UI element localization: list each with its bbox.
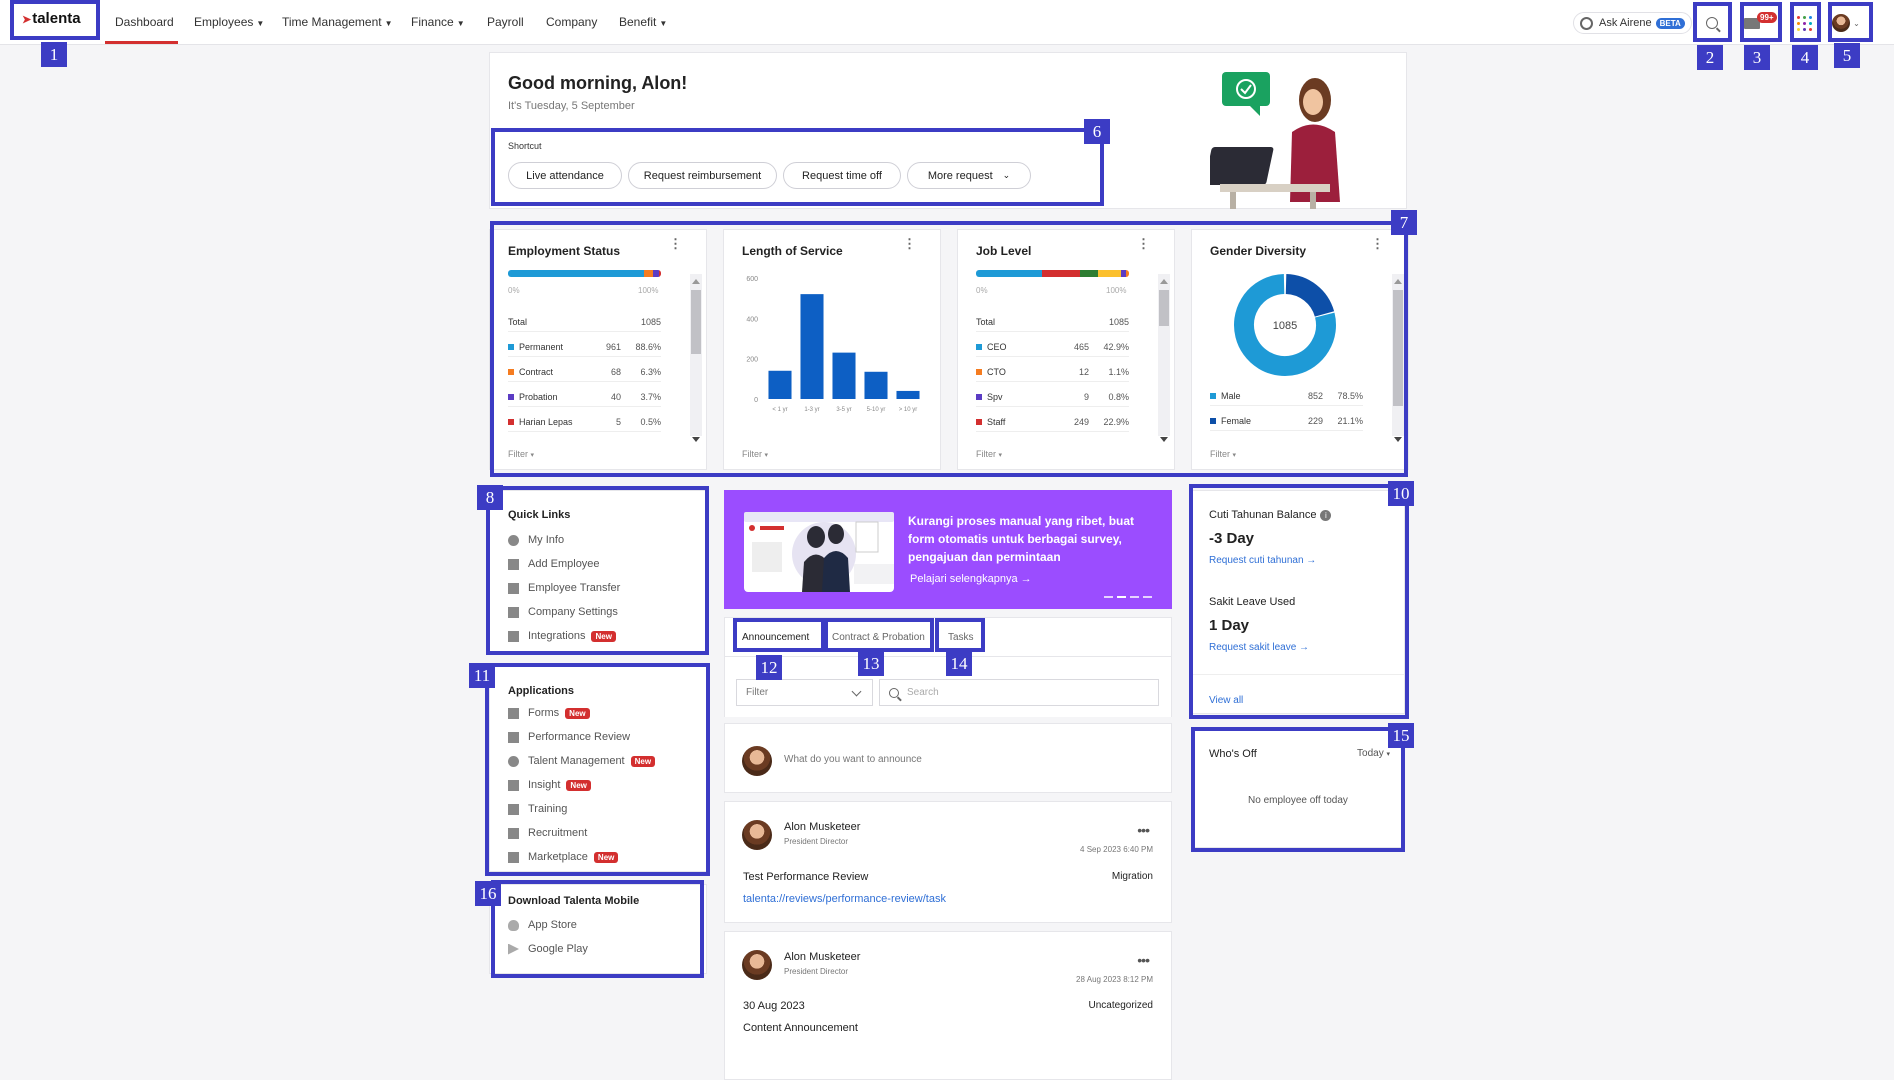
announce-composer[interactable]: What do you want to announce — [724, 723, 1172, 793]
greeting-title: Good morning, Alon! — [508, 73, 688, 93]
beta-badge: BETA — [1655, 17, 1685, 29]
post-date: 28 Aug 2023 8:12 PM — [1076, 975, 1153, 984]
annotation-box — [10, 0, 100, 40]
post-body: Content Announcement — [743, 1022, 858, 1034]
annotation-box — [1740, 2, 1782, 42]
annotation-label: 4 — [1792, 45, 1818, 70]
annotation-box — [824, 618, 934, 652]
annotation-box — [486, 486, 709, 655]
annotation-box — [491, 880, 704, 978]
feed-search-input[interactable]: Search — [879, 679, 1159, 706]
post-category: Uncategorized — [1088, 1000, 1153, 1011]
announce-placeholder: What do you want to announce — [784, 754, 922, 765]
post-link[interactable]: talenta://reviews/performance-review/tas… — [743, 893, 946, 905]
avatar — [742, 950, 772, 980]
announcement-post[interactable]: Alon Musketeer President Director ••• 4 … — [724, 801, 1172, 923]
post-date: 4 Sep 2023 6:40 PM — [1080, 845, 1153, 854]
post-author: Alon Musketeer — [784, 951, 861, 963]
post-author-role: President Director — [784, 837, 849, 846]
annotation-box — [485, 663, 710, 876]
annotation-label: 1 — [41, 42, 67, 67]
promo-banner[interactable]: Kurangi proses manual yang ribet, buat f… — [724, 490, 1172, 609]
annotation-label: 11 — [469, 663, 495, 688]
annotation-label: 3 — [1744, 45, 1770, 70]
carousel-dots[interactable] — [1104, 596, 1152, 598]
more-options-icon[interactable]: ••• — [1137, 822, 1150, 838]
search-icon — [889, 688, 899, 698]
annotation-box — [490, 221, 1408, 477]
annotation-box — [733, 618, 825, 652]
annotation-label: 15 — [1388, 723, 1414, 748]
annotation-label: 12 — [756, 655, 782, 680]
annotation-label: 10 — [1388, 481, 1414, 506]
nav-time-management[interactable]: Time Management ▼ — [282, 15, 393, 29]
caret-down-icon: ▼ — [456, 19, 465, 28]
caret-down-icon: ▼ — [659, 19, 668, 28]
nav-employees[interactable]: Employees ▼ — [194, 15, 264, 29]
annotation-label: 7 — [1391, 210, 1417, 235]
more-options-icon[interactable]: ••• — [1137, 952, 1150, 968]
nav-dashboard[interactable]: Dashboard — [115, 15, 174, 29]
annotation-box — [1828, 2, 1873, 42]
ask-airene-button[interactable]: Ask Airene BETA — [1573, 12, 1692, 34]
annotation-box — [1191, 727, 1405, 852]
nav-payroll[interactable]: Payroll — [487, 15, 524, 29]
annotation-label: 2 — [1697, 45, 1723, 70]
annotation-box — [1189, 484, 1409, 719]
post-title: Test Performance Review — [743, 871, 869, 883]
annotation-label: 16 — [475, 881, 501, 906]
nav-active-indicator — [105, 41, 178, 44]
annotation-label: 14 — [946, 651, 972, 676]
annotation-label: 5 — [1834, 43, 1860, 68]
caret-down-icon: ▼ — [384, 19, 393, 28]
chevron-down-icon — [851, 686, 862, 697]
annotation-box — [1693, 2, 1732, 42]
post-title: 30 Aug 2023 — [743, 1000, 805, 1012]
annotation-box — [491, 128, 1104, 206]
nav-company[interactable]: Company — [546, 15, 597, 29]
greeting-illustration — [1210, 72, 1340, 209]
avatar — [742, 820, 772, 850]
announcement-post[interactable]: Alon Musketeer President Director ••• 28… — [724, 931, 1172, 1080]
annotation-label: 13 — [858, 651, 884, 676]
airene-icon — [1580, 16, 1593, 30]
post-author-role: President Director — [784, 967, 849, 976]
banner-text: Kurangi proses manual yang ribet, buat f… — [908, 514, 1135, 564]
nav-benefit[interactable]: Benefit ▼ — [619, 15, 667, 29]
banner-illustration — [744, 512, 894, 592]
banner-learn-more-link[interactable]: Pelajari selengkapnya → — [910, 573, 1032, 585]
greeting-date: It's Tuesday, 5 September — [508, 100, 635, 112]
annotation-label: 8 — [477, 485, 503, 510]
feed-filter-dropdown[interactable]: Filter — [736, 679, 873, 706]
annotation-label: 6 — [1084, 119, 1110, 144]
avatar — [742, 746, 772, 776]
annotation-box — [1790, 2, 1821, 42]
caret-down-icon: ▼ — [256, 19, 265, 28]
post-author: Alon Musketeer — [784, 821, 861, 833]
post-category: Migration — [1111, 871, 1153, 882]
nav-finance[interactable]: Finance ▼ — [411, 15, 465, 29]
annotation-box — [935, 618, 985, 652]
